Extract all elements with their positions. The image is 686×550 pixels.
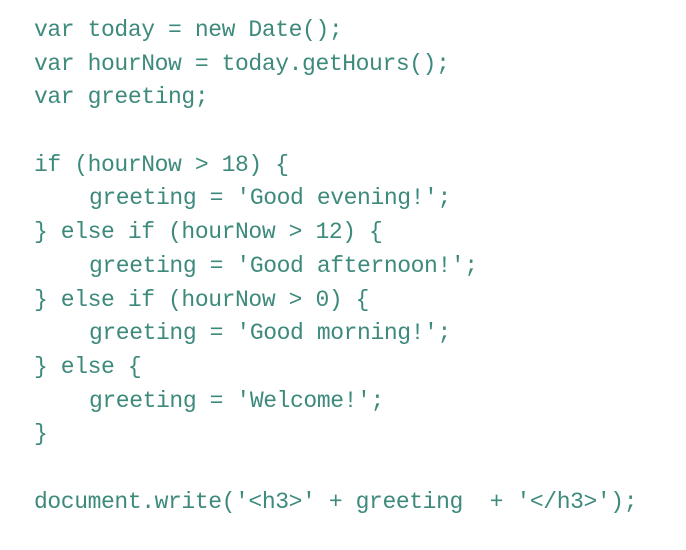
code-line-15: document.write('<h3>' + greeting + '</h3… [34,488,638,515]
code-line-1: var today = new Date(); [34,17,343,43]
code-line-13: } [34,421,48,448]
code-line-2: var hourNow = today.getHours(); [34,50,450,77]
code-line-9: } else if (hourNow > 0) { [34,286,370,313]
code-line-11: } else { [34,353,142,380]
code-line-10: greeting = 'Good morning!'; [89,320,451,347]
code-line-3: var greeting; [34,84,209,111]
code-line-blank-2 [34,452,637,486]
code-line-7: } else if (hourNow > 12) { [34,219,383,246]
code-line-8: greeting = 'Good afternoon!'; [89,252,478,279]
code-line-5: if (hourNow > 18) { [34,151,289,178]
code-listing: var today = new Date(); var hourNow = to… [34,14,638,519]
code-line-12: greeting = 'Welcome!'; [89,387,384,414]
code-line-6: greeting = 'Good evening!'; [89,185,451,212]
code-line-blank-1 [34,115,637,149]
